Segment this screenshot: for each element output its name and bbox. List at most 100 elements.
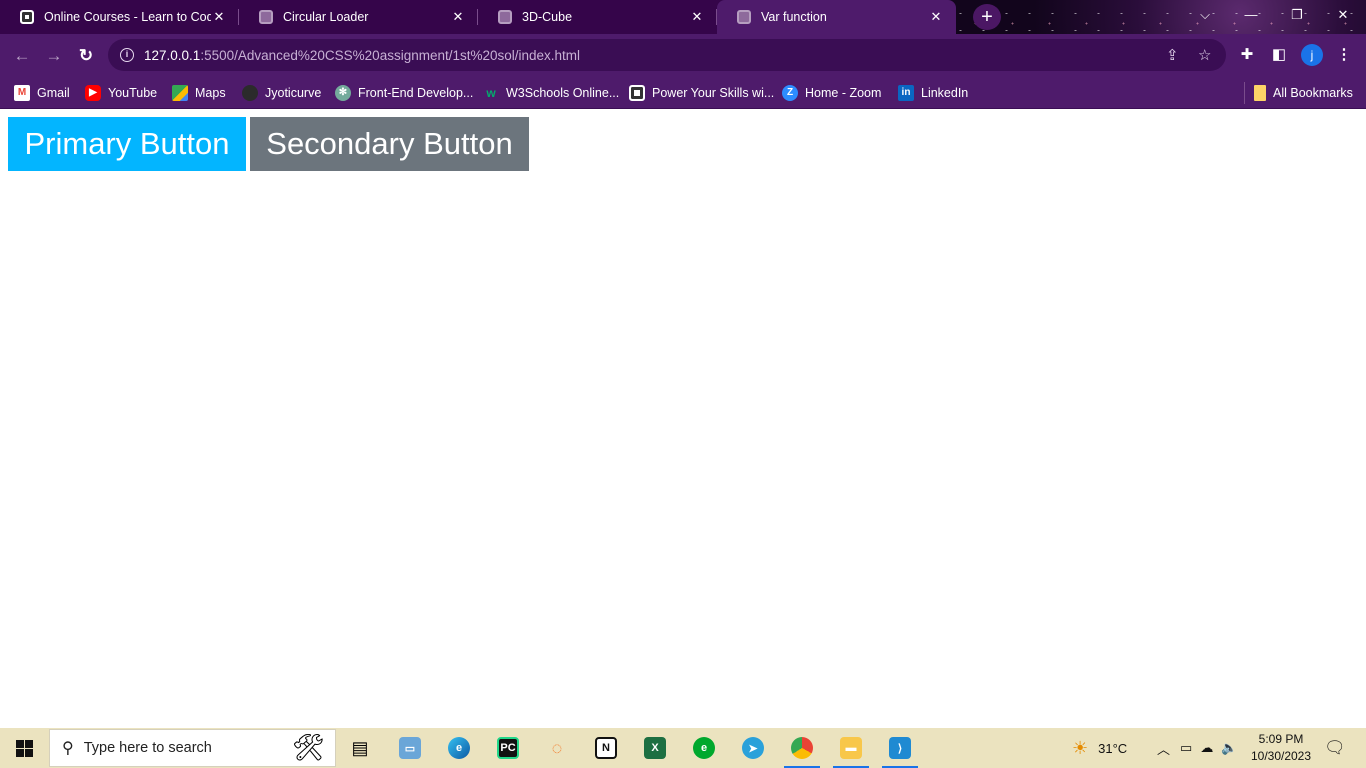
profile-avatar[interactable]: j <box>1301 44 1323 66</box>
bookmark-label: Gmail <box>37 86 70 100</box>
openai-icon: ✻ <box>335 85 351 101</box>
tab-circular-loader[interactable]: Circular Loader ✕ <box>239 0 478 34</box>
tab-online-courses[interactable]: Online Courses - Learn to Code a ✕ <box>0 0 239 34</box>
url-host: 127.0.0.1 <box>144 47 201 63</box>
edge-icon[interactable]: e <box>437 732 481 764</box>
taskbar-search-box[interactable]: ⚲ Type here to search 🛠 <box>49 729 336 767</box>
bookmark-label: Power Your Skills wi... <box>652 86 775 100</box>
gmail-icon: M <box>14 85 30 101</box>
bookmark-label: LinkedIn <box>921 86 969 100</box>
clock-time: 5:09 PM <box>1258 732 1304 746</box>
chevron-up-icon[interactable]: ︿ <box>1157 739 1170 758</box>
chrome-icon[interactable] <box>780 732 824 768</box>
browser-toolbar: ← → ↻ i 127.0.0.1:5500/Advanced%20CSS%20… <box>0 34 1366 76</box>
maps-icon <box>172 85 188 101</box>
side-panel-icon[interactable]: ◧ <box>1269 45 1289 63</box>
share-icon[interactable]: ⇪ <box>1166 46 1179 64</box>
system-tray: ︿ ▭ ☁ 🔈 <box>1157 728 1238 768</box>
restore-button[interactable]: ❐ <box>1274 0 1320 30</box>
secondary-button[interactable]: Secondary Button <box>250 117 529 171</box>
tab-title: Circular Loader <box>283 10 369 24</box>
tab-search-button[interactable]: ⌵ <box>1182 0 1228 30</box>
excel-icon[interactable]: X <box>633 732 677 764</box>
folder-icon <box>1254 85 1266 101</box>
jupyter-icon[interactable]: ◌ <box>535 732 579 764</box>
new-tab-button[interactable]: + <box>973 4 1001 30</box>
youtube-icon: ▶ <box>85 85 101 101</box>
globe-icon <box>737 10 751 24</box>
w3schools-icon: w <box>486 86 496 100</box>
minimize-button[interactable]: — <box>1228 0 1274 30</box>
windows-taskbar: ⚲ Type here to search 🛠 ▤ ▭ e PC ◌ N X e… <box>0 728 1366 768</box>
tab-var-function[interactable]: Var function ✕ <box>717 0 956 34</box>
battery-icon[interactable]: ▭ <box>1180 740 1192 756</box>
tab-title: Var function <box>761 10 827 24</box>
bookmarks-bar: M Gmail ▶ YouTube Maps Jyoticurve ✻ Fron… <box>0 76 1366 109</box>
laptop-icon[interactable]: ▭ <box>388 732 432 764</box>
page-viewport: Primary Button Secondary Button <box>0 109 1366 728</box>
telegram-icon[interactable]: ➤ <box>731 732 775 764</box>
bookmark-label: W3Schools Online... <box>506 86 620 100</box>
network-icon[interactable]: ☁ <box>1200 740 1213 756</box>
taskbar-clock[interactable]: 5:09 PM 10/30/2023 <box>1248 731 1314 765</box>
pycharm-icon[interactable]: PC <box>486 732 530 764</box>
close-tab-icon[interactable]: ✕ <box>689 9 705 25</box>
close-tab-icon[interactable]: ✕ <box>928 9 944 25</box>
url-path: :5500/Advanced%20CSS%20assignment/1st%20… <box>200 47 581 63</box>
close-tab-icon[interactable]: ✕ <box>211 9 227 25</box>
tab-title: 3D-Cube <box>522 10 573 24</box>
bookmark-star-icon[interactable]: ☆ <box>1198 46 1211 64</box>
site-info-icon[interactable]: i <box>120 48 134 62</box>
bookmark-linkedin[interactable]: in LinkedIn <box>898 82 968 104</box>
task-view-icon[interactable]: ▤ <box>338 732 382 764</box>
close-tab-icon[interactable]: ✕ <box>450 9 466 25</box>
extensions-icon[interactable]: ✚ <box>1237 45 1257 63</box>
bookmark-label: Maps <box>195 86 226 100</box>
reload-button[interactable]: ↻ <box>72 42 100 70</box>
weather-widget[interactable]: ☀ 31°C <box>1072 728 1127 768</box>
tools-illustration-icon: 🛠 <box>291 732 325 762</box>
bookmark-front-end-develop[interactable]: ✻ Front-End Develop... <box>335 82 473 104</box>
notion-icon[interactable]: N <box>584 732 628 764</box>
weather-sun-icon: ☀ <box>1072 737 1089 758</box>
bookmark-gmail[interactable]: M Gmail <box>14 82 70 104</box>
browser-tab-strip: Online Courses - Learn to Code a ✕ Circu… <box>0 0 1366 34</box>
bookmark-label: Jyoticurve <box>265 86 322 100</box>
codeland-icon <box>629 85 645 101</box>
bookmark-maps[interactable]: Maps <box>172 82 226 104</box>
primary-button[interactable]: Primary Button <box>8 117 246 171</box>
globe-icon <box>498 10 512 24</box>
menu-kebab-icon[interactable]: ⋮ <box>1334 45 1354 63</box>
bookmark-label: Front-End Develop... <box>358 86 474 100</box>
linkedin-icon: in <box>898 85 914 101</box>
github-icon <box>242 85 258 101</box>
bookmark-w3schools[interactable]: w W3Schools Online... <box>483 82 619 104</box>
zoom-icon: Z <box>782 85 798 101</box>
url-text[interactable]: 127.0.0.1:5500/Advanced%20CSS%20assignme… <box>144 48 580 63</box>
globe-icon <box>259 10 273 24</box>
tab-title: Online Courses - Learn to Code a <box>44 10 211 24</box>
file-explorer-icon[interactable]: ▬ <box>829 732 873 768</box>
search-icon: ⚲ <box>62 740 74 757</box>
bookmark-label: Home - Zoom <box>805 86 882 100</box>
close-window-button[interactable]: ✕ <box>1320 0 1366 30</box>
bookmark-zoom[interactable]: Z Home - Zoom <box>782 82 881 104</box>
tab-3d-cube[interactable]: 3D-Cube ✕ <box>478 0 717 34</box>
search-placeholder: Type here to search <box>83 740 212 756</box>
all-bookmarks[interactable]: All Bookmarks <box>1244 82 1353 104</box>
back-button[interactable]: ← <box>8 42 36 70</box>
vscode-icon[interactable]: ⟩ <box>878 732 922 768</box>
codeland-icon <box>20 10 34 24</box>
bookmark-label: YouTube <box>108 86 158 100</box>
notifications-icon[interactable]: 🗨 <box>1324 728 1346 768</box>
bookmark-jyoticurve[interactable]: Jyoticurve <box>242 82 321 104</box>
weather-temperature: 31°C <box>1098 740 1128 756</box>
forward-button[interactable]: → <box>40 42 68 70</box>
speaker-icon[interactable]: 🔈 <box>1221 740 1237 756</box>
evernote-icon[interactable]: e <box>682 732 726 764</box>
address-bar[interactable]: i 127.0.0.1:5500/Advanced%20CSS%20assign… <box>108 39 1226 71</box>
all-bookmarks-label: All Bookmarks <box>1273 86 1353 100</box>
start-button[interactable] <box>0 728 48 768</box>
bookmark-youtube[interactable]: ▶ YouTube <box>85 82 157 104</box>
bookmark-power-your-skills[interactable]: Power Your Skills wi... <box>629 82 774 104</box>
